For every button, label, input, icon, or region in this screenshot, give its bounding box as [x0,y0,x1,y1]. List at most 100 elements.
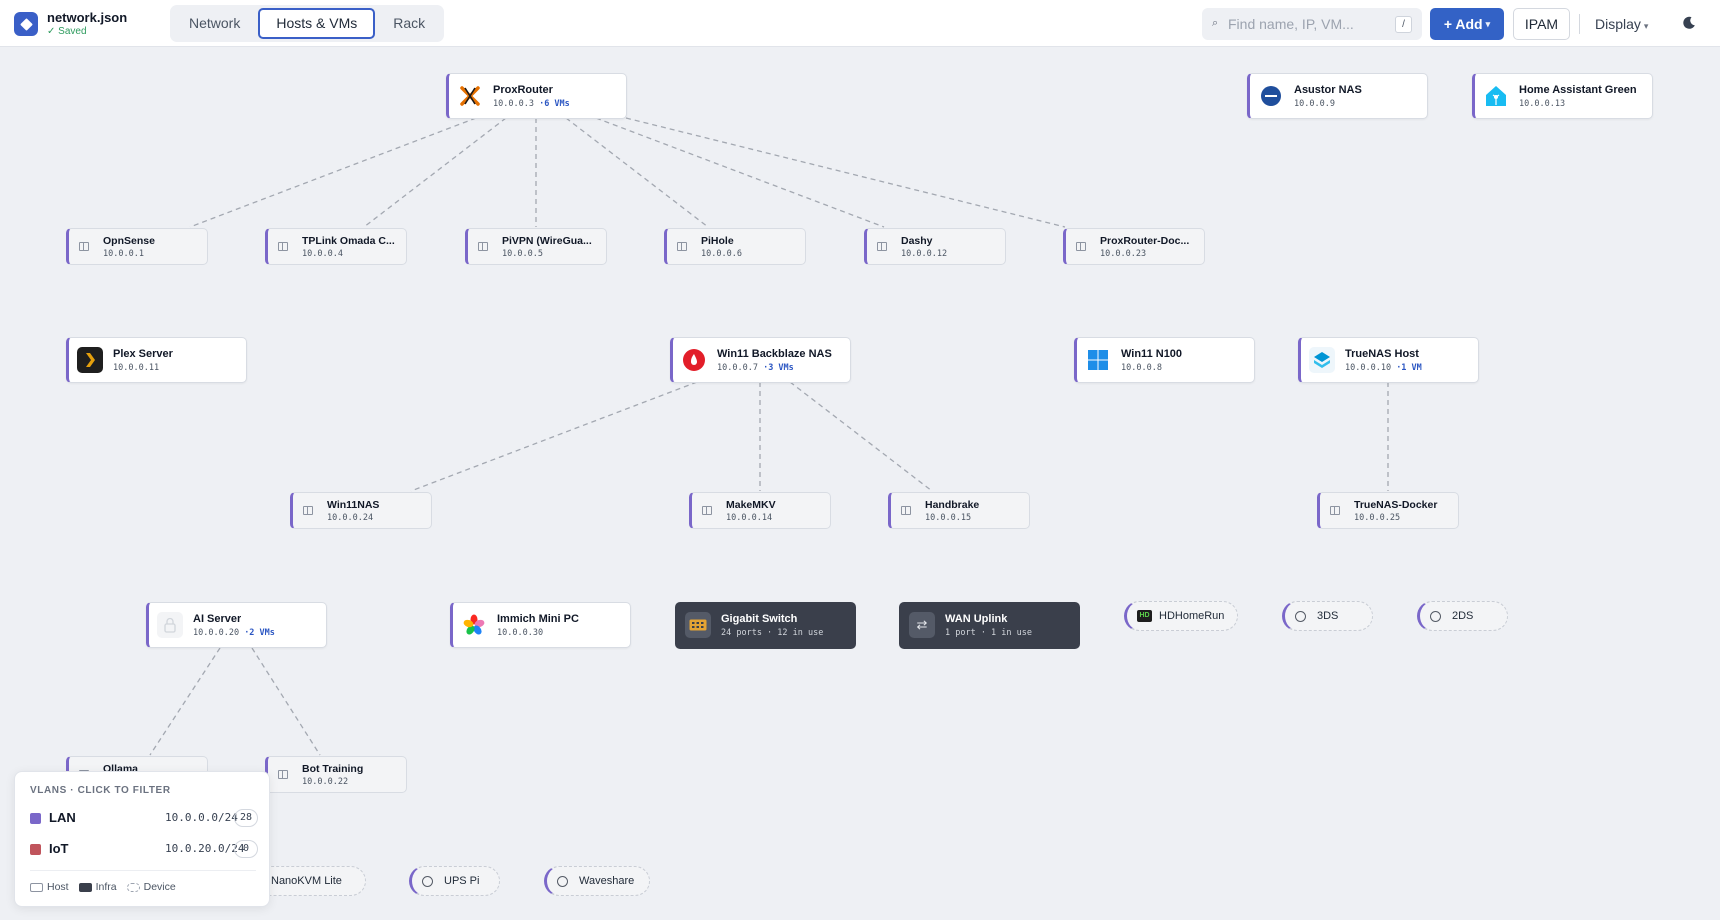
vm-node[interactable]: Dashy 10.0.0.12 [864,228,1006,265]
vm-ip: 10.0.0.15 [925,513,972,523]
display-menu-button[interactable]: Display ▾ [1595,8,1648,40]
infra-node[interactable]: Gigabit Switch 24 ports · 12 in use [675,602,856,649]
vm-name: OpnSense [103,235,155,247]
device-name: 2DS [1452,610,1474,622]
vm-node[interactable]: MakeMKV 10.0.0.14 [689,492,831,529]
vlan-row-iot[interactable]: IoT 10.0.20.0/24 0 [30,838,258,860]
edge [149,647,221,756]
vm-icon [79,242,89,251]
vm-name: TPLink Omada C... [302,235,395,247]
device-name: UPS Pi [444,875,480,887]
search-input[interactable] [1228,8,1388,40]
host-node[interactable]: Asustor NAS 10.0.0.9 [1247,73,1428,119]
vm-ip: 10.0.0.23 [1100,249,1147,259]
vlan-name: LAN [49,810,76,825]
truenas-icon [1309,347,1335,373]
vm-name: PiHole [701,235,734,247]
host-node[interactable]: ProxRouter 10.0.0.3 ·6 VMs [446,73,627,119]
vm-count: ·1 VM [1396,363,1422,373]
legend-host: Host [30,881,69,893]
device-swatch-icon [126,882,140,892]
host-ip: 10.0.0.20 ·2 VMs [193,628,275,638]
save-status: ✓ Saved [47,26,87,37]
vm-name: Bot Training [302,763,364,775]
host-node[interactable]: Win11 Backblaze NAS 10.0.0.7 ·3 VMs [670,337,851,383]
immich-icon [461,612,487,638]
host-node[interactable]: Plex Server 10.0.0.11 [66,337,247,383]
vm-node[interactable]: Win11NAS 10.0.0.24 [290,492,432,529]
vm-node[interactable]: TrueNAS-Docker 10.0.0.25 [1317,492,1459,529]
vm-ip: 10.0.0.12 [901,249,948,259]
host-node[interactable]: Home Assistant Green 10.0.0.13 [1472,73,1653,119]
host-node[interactable]: Win11 N100 10.0.0.8 [1074,337,1255,383]
search-icon: ⌕ [1212,17,1219,29]
toolbar-divider [1579,14,1580,34]
vm-name: ProxRouter-Doc... [1100,235,1190,247]
host-ip: 10.0.0.30 [497,628,544,638]
vm-node[interactable]: Bot Training 10.0.0.22 [265,756,407,793]
vm-node[interactable]: ProxRouter-Doc... 10.0.0.23 [1063,228,1205,265]
circle-icon [557,876,568,887]
vm-name: Handbrake [925,499,980,511]
tab-network[interactable]: Network [173,8,256,39]
infra-swatch-icon [78,882,92,892]
device-node[interactable]: UPS Pi [409,866,500,896]
vm-icon [478,242,488,251]
device-node[interactable]: HD HDHomeRun [1124,601,1238,631]
vm-node[interactable]: PiHole 10.0.0.6 [664,228,806,265]
plex-icon [77,347,103,373]
vm-name: PiVPN (WireGua... [502,235,592,247]
host-node[interactable]: AI Server 10.0.0.20 ·2 VMs [146,602,327,648]
file-name: network.json [47,10,128,25]
vm-ip: 10.0.0.14 [726,513,773,523]
diamond-icon [19,17,33,31]
vm-icon [702,506,712,515]
vm-icon [877,242,887,251]
host-swatch-icon [30,882,43,892]
search-box: ⌕ / [1202,8,1422,40]
infra-node[interactable]: ⇄ WAN Uplink 1 port · 1 in use [899,602,1080,649]
vm-node[interactable]: PiVPN (WireGua... 10.0.0.5 [465,228,607,265]
host-node[interactable]: TrueNAS Host 10.0.0.10 ·1 VM [1298,337,1479,383]
vm-node[interactable]: Handbrake 10.0.0.15 [888,492,1030,529]
edge [189,117,477,228]
host-name: TrueNAS Host [1345,348,1419,360]
edge [565,117,709,228]
edge [410,381,698,492]
host-ip: 10.0.0.9 [1294,99,1335,109]
vm-ip: 10.0.0.5 [502,249,543,259]
home-assistant-icon [1483,83,1509,109]
host-name: Immich Mini PC [497,613,579,625]
add-button[interactable]: + Add ▾ [1430,8,1504,40]
vm-icon [1330,506,1340,515]
host-name: Asustor NAS [1294,84,1362,96]
vm-node[interactable]: OpnSense 10.0.0.1 [66,228,208,265]
host-node[interactable]: Immich Mini PC 10.0.0.30 [450,602,631,648]
vm-icon [677,242,687,251]
vlan-name: IoT [49,841,69,856]
top-bar: network.json ✓ Saved Network Hosts & VMs… [0,0,1720,47]
legend-infra: Infra [78,881,117,893]
tab-hosts-vms[interactable]: Hosts & VMs [258,8,376,39]
circle-icon [1430,611,1441,622]
vlan-row-lan[interactable]: LAN 10.0.0.0/24 28 [30,807,258,829]
host-ip: 10.0.0.10 ·1 VM [1345,363,1422,373]
vlan-count-badge: 28 [233,809,258,827]
vm-name: Dashy [901,235,933,247]
tab-rack[interactable]: Rack [377,8,441,39]
infra-name: Gigabit Switch [721,613,798,625]
device-name: Waveshare [579,875,635,887]
moon-icon[interactable] [1682,16,1696,30]
vm-node[interactable]: TPLink Omada C... 10.0.0.4 [265,228,407,265]
host-name: Home Assistant Green [1519,84,1637,96]
host-ip: 10.0.0.8 [1121,363,1162,373]
vm-icon [278,770,288,779]
ipam-button[interactable]: IPAM [1513,8,1570,40]
vm-name: MakeMKV [726,499,776,511]
device-node[interactable]: 3DS [1282,601,1373,631]
host-name: ProxRouter [493,84,553,96]
device-node[interactable]: 2DS [1417,601,1508,631]
device-node[interactable]: Waveshare [544,866,650,896]
app-logo [14,12,38,36]
vm-ip: 10.0.0.6 [701,249,742,259]
